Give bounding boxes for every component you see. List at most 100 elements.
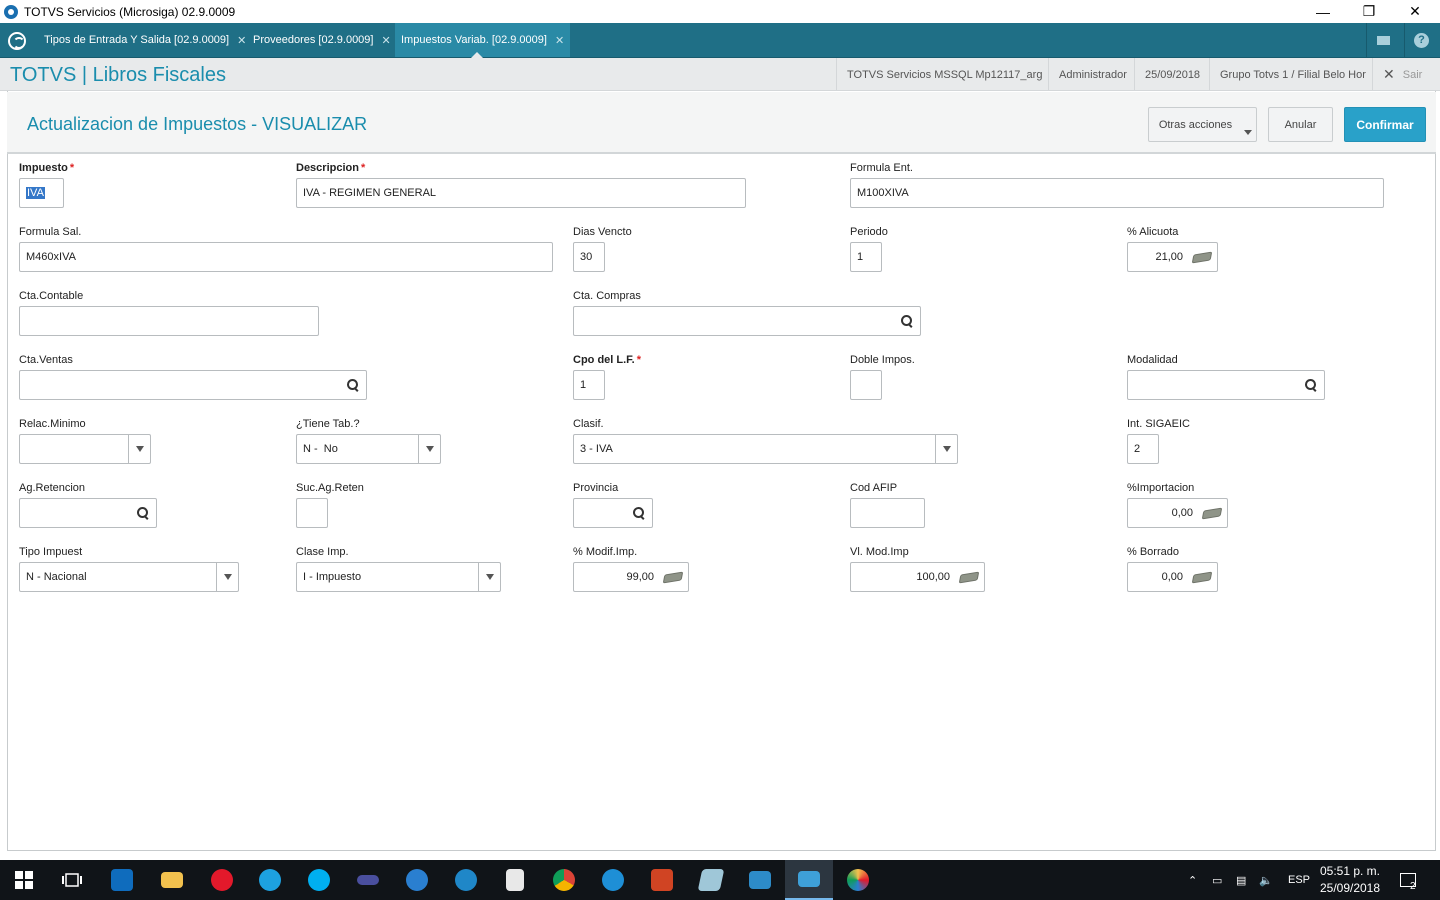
formula-sal-input[interactable]: M460xIVA [19,242,553,272]
search-icon[interactable] [901,315,914,328]
tab-tipos-entrada-salida[interactable]: Tipos de Entrada Y Salida [02.9.0009] ✕ [38,23,252,57]
calculator-icon[interactable] [1191,251,1213,263]
field-ag-retencion: Ag.Retencion [19,482,157,528]
chevron-down-icon[interactable] [128,435,150,463]
confirm-button[interactable]: Confirmar [1344,107,1426,142]
restore-button[interactable]: ❐ [1346,0,1392,23]
modif-imp-input[interactable]: 99,00 [573,562,689,592]
relac-minimo-select[interactable] [19,434,151,464]
vl-mod-imp-input[interactable]: 100,00 [850,562,985,592]
clock-time: 05:51 p. m. [1319,864,1381,878]
language-indicator[interactable]: ESP [1288,860,1310,900]
totvs-home-icon[interactable] [8,32,26,50]
calculator-app-icon[interactable] [491,860,539,900]
importacion-input[interactable]: 0,00 [1127,498,1228,528]
chevron-down-icon[interactable] [418,435,440,463]
calculator-icon[interactable] [662,571,684,583]
tab-proveedores[interactable]: Proveedores [02.9.0009] ✕ [247,23,397,57]
cta-compras-input[interactable] [573,306,921,336]
show-hidden-icons-icon[interactable]: ⌃ [1188,860,1197,900]
page-title: Actualizacion de Impuestos - VISUALIZAR [27,114,368,134]
clase-imp-select[interactable]: I - Impuesto [296,562,501,592]
chrome-icon[interactable] [540,860,588,900]
suc-ag-reten-input[interactable] [296,498,328,528]
chevron-down-icon[interactable] [935,435,957,463]
skype-icon[interactable] [295,860,343,900]
date-info[interactable]: 25/09/2018 [1134,58,1210,91]
search-icon[interactable] [137,507,150,520]
descripcion-input[interactable]: IVA - REGIMEN GENERAL [296,178,746,208]
close-button[interactable]: ✕ [1392,0,1438,23]
totvs-smartclient-icon[interactable] [785,860,833,900]
chevron-down-icon[interactable] [478,563,500,591]
tiene-tab-select[interactable]: N - No [296,434,441,464]
infinity-app-icon[interactable] [344,860,392,900]
dias-vencto-input[interactable]: 30 [573,242,605,272]
calculator-icon[interactable] [1191,571,1213,583]
provincia-input[interactable] [573,498,653,528]
clasif-select[interactable]: 3 - IVA [573,434,958,464]
calculator-icon[interactable] [1201,507,1223,519]
network-icon[interactable]: ▤ [1236,860,1246,900]
periodo-input[interactable]: 1 [850,242,882,272]
remote-desktop-icon[interactable] [736,860,784,900]
branch-info[interactable]: Grupo Totvs 1 / Filial Belo Hor [1209,58,1376,91]
totvs-tds-icon[interactable] [442,860,490,900]
search-icon[interactable] [633,507,646,520]
mail-icon[interactable] [1366,23,1400,58]
modalidad-input[interactable] [1127,370,1325,400]
help-icon[interactable]: ? [1404,23,1438,58]
doble-impos-input[interactable] [850,370,882,400]
windows-start-icon[interactable] [0,860,48,900]
cta-contable-input[interactable] [19,306,319,336]
battery-icon[interactable]: ▭ [1212,860,1222,900]
task-view-icon[interactable] [48,860,96,900]
tipo-impuest-select[interactable]: N - Nacional [19,562,239,592]
tab-close-icon[interactable]: ✕ [237,34,246,47]
exit-link[interactable]: ✕ Sair [1372,58,1432,91]
cpo-lf-input[interactable]: 1 [573,370,605,400]
tab-impuestos-variab[interactable]: Impuestos Variab. [02.9.0009] ✕ [395,23,571,58]
vl-mod-imp-value: 100,00 [916,571,950,583]
tab-close-icon[interactable]: ✕ [555,34,564,47]
field-impuesto: Impuesto * IVA [19,162,74,208]
skype-business-icon[interactable] [246,860,294,900]
file-explorer-icon[interactable] [148,860,196,900]
search-icon[interactable] [347,379,360,392]
field-borrado: % Borrado 0,00 [1127,546,1218,592]
minimize-button[interactable]: — [1300,0,1346,23]
alicuota-input[interactable]: 21,00 [1127,242,1218,272]
field-int-sigaeic: Int. SIGAEIC 2 [1127,418,1190,464]
opera-icon[interactable] [198,860,246,900]
impuesto-input[interactable]: IVA [19,178,64,208]
field-suc-ag-reten: Suc.Ag.Reten [296,482,364,528]
sync-app-icon[interactable] [393,860,441,900]
notes-app-icon[interactable] [687,860,735,900]
tiene-tab-value: N - No [303,443,338,455]
modalidad-label: Modalidad [1127,354,1178,366]
search-icon[interactable] [1305,379,1318,392]
field-cta-compras: Cta. Compras [573,290,921,336]
tab-close-icon[interactable]: ✕ [381,34,390,47]
other-actions-button[interactable]: Otras acciones [1148,107,1257,142]
calculator-icon[interactable] [958,571,980,583]
int-sigaeic-input[interactable]: 2 [1127,434,1159,464]
cta-ventas-input[interactable] [19,370,367,400]
app-header: TOTVS | Libros Fiscales TOTVS Servicios … [0,58,1440,91]
snowflake-app-icon[interactable] [589,860,637,900]
volume-icon[interactable]: 🔈 [1259,860,1273,900]
outlook-icon[interactable] [98,860,146,900]
notifications-icon[interactable]: 2 [1400,860,1416,900]
chevron-down-icon[interactable] [216,563,238,591]
borrado-input[interactable]: 0,00 [1127,562,1218,592]
ag-retencion-input[interactable] [19,498,157,528]
server-info[interactable]: TOTVS Servicios MSSQL Mp12117_arg [836,58,1052,91]
formula-ent-input[interactable]: M100XIVA [850,178,1384,208]
user-info[interactable]: Administrador [1048,58,1137,91]
paint-app-icon[interactable] [834,860,882,900]
cancel-button[interactable]: Anular [1268,107,1333,142]
suc-ag-reten-label: Suc.Ag.Reten [296,482,364,494]
powerpoint-icon[interactable] [638,860,686,900]
taskbar-clock[interactable]: 05:51 p. m. 25/09/2018 [1310,863,1390,897]
cod-afip-input[interactable] [850,498,925,528]
